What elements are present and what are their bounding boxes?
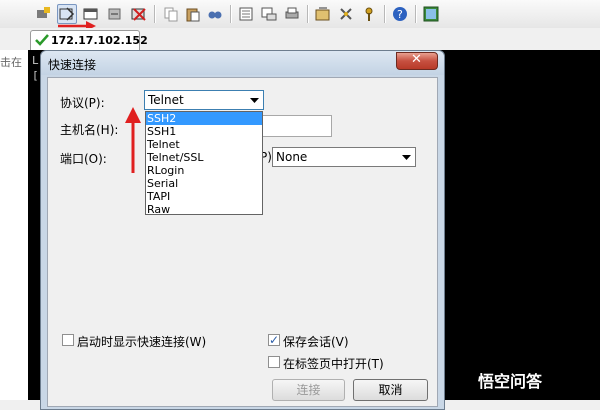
copy-icon[interactable] bbox=[161, 4, 181, 24]
firewall-value: None bbox=[276, 150, 308, 164]
protocol-option-raw[interactable]: Raw bbox=[146, 203, 262, 216]
protocol-value: Telnet bbox=[148, 93, 184, 107]
check-icon bbox=[35, 34, 49, 46]
protocol-dropdown-list: SSH2 SSH1 Telnet Telnet/SSL RLogin Serial TAPI… bbox=[145, 111, 263, 216]
dialog-title: 快速连接 bbox=[48, 58, 97, 72]
chevron-down-icon bbox=[250, 98, 259, 103]
open-in-tab-checkbox[interactable] bbox=[268, 356, 280, 368]
disconnect-icon[interactable] bbox=[129, 4, 149, 24]
protocol-option-tapi[interactable]: TAPI bbox=[146, 190, 262, 203]
terminal-line: [ bbox=[32, 69, 39, 82]
protocol-option-telnet-ssl[interactable]: Telnet/SSL bbox=[146, 151, 262, 164]
toolbar-separator bbox=[230, 5, 232, 23]
toolbar-separator bbox=[154, 5, 156, 23]
chevron-down-icon bbox=[402, 155, 411, 160]
help-icon[interactable]: ? bbox=[390, 4, 410, 24]
print-icon[interactable] bbox=[282, 4, 302, 24]
hostname-input[interactable] bbox=[262, 115, 332, 137]
protocol-option-rlogin[interactable]: RLogin bbox=[146, 164, 262, 177]
connect-button[interactable]: 连接 bbox=[272, 379, 345, 401]
port-label: 端口(O): bbox=[60, 152, 107, 166]
hostname-label: 主机名(H): bbox=[60, 123, 119, 137]
toolbar-separator bbox=[384, 5, 386, 23]
open-in-tab-label: 在标签页中打开(T) bbox=[283, 357, 384, 371]
toolbar-separator bbox=[307, 5, 309, 23]
cancel-button[interactable]: 取消 bbox=[353, 379, 428, 401]
firewall-select[interactable]: None bbox=[272, 147, 416, 167]
protocol-option-serial[interactable]: Serial bbox=[146, 177, 262, 190]
find-icon[interactable] bbox=[205, 4, 225, 24]
show-on-startup-checkbox[interactable] bbox=[62, 334, 74, 346]
sftp-icon[interactable] bbox=[421, 4, 441, 24]
tab-label: 172.17.102.152 bbox=[51, 34, 148, 47]
toolbar-separator bbox=[415, 5, 417, 23]
left-fragment-text: 击在 bbox=[0, 56, 22, 69]
svg-text:?: ? bbox=[397, 8, 403, 21]
checkmark-icon: ✓ bbox=[269, 333, 280, 347]
tab-session[interactable]: 172.17.102.152 bbox=[30, 30, 148, 50]
paste-icon[interactable] bbox=[183, 4, 203, 24]
watermark-text: 悟空问答 bbox=[478, 372, 543, 391]
left-panel bbox=[0, 50, 28, 400]
protocol-option-telnet[interactable]: Telnet bbox=[146, 138, 262, 151]
protocol-select[interactable]: Telnet bbox=[144, 90, 264, 110]
show-on-startup-label: 启动时显示快速连接(W) bbox=[77, 335, 207, 349]
protocol-label: 协议(P): bbox=[60, 96, 105, 110]
save-session-checkbox[interactable]: ✓ bbox=[268, 333, 280, 347]
protocol-option-ssh1[interactable]: SSH1 bbox=[146, 125, 262, 138]
close-icon: ✕ bbox=[411, 52, 422, 67]
dialog-title-bar[interactable]: 快速连接 ✕ bbox=[41, 51, 444, 75]
print-setup-icon[interactable] bbox=[236, 4, 256, 24]
session-options-icon[interactable] bbox=[313, 4, 333, 24]
print-screen-icon[interactable] bbox=[259, 4, 279, 24]
protocol-option-ssh2[interactable]: SSH2 bbox=[146, 112, 262, 125]
close-button[interactable]: ✕ bbox=[396, 52, 438, 70]
key-icon[interactable] bbox=[359, 4, 379, 24]
global-options-icon[interactable] bbox=[336, 4, 356, 24]
save-session-label: 保存会话(V) bbox=[283, 335, 349, 349]
